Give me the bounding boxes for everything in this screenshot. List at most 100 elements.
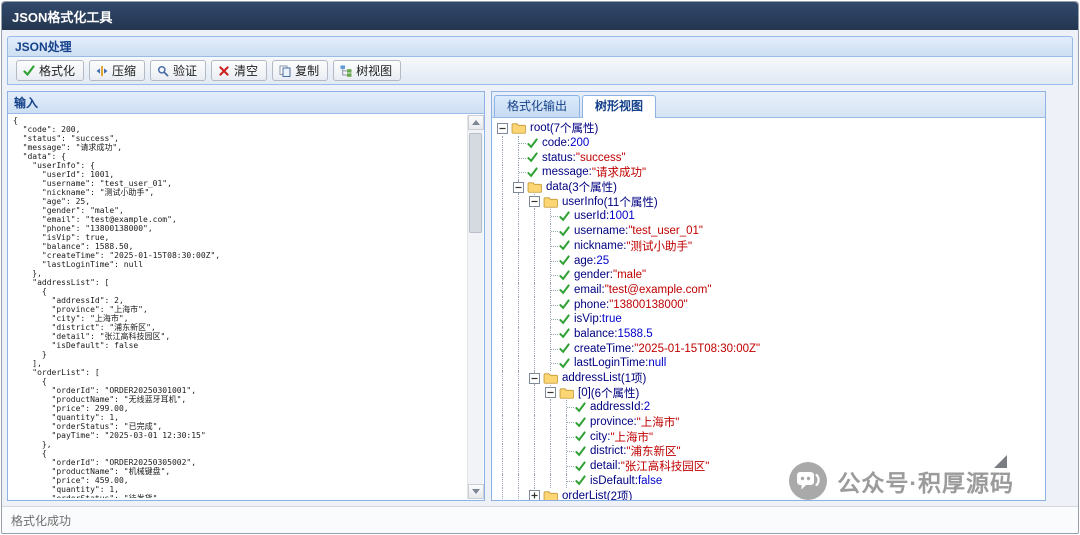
check-leaf-icon xyxy=(559,270,570,281)
tree-guide-line xyxy=(495,283,511,298)
compress-icon xyxy=(96,65,108,77)
tree-guide-line xyxy=(543,459,559,474)
tree-guide-line xyxy=(495,385,511,400)
tree-node-addressList[interactable]: addressList (1项) xyxy=(495,371,1045,386)
validate-button[interactable]: 验证 xyxy=(150,60,206,81)
tree-guide-line xyxy=(495,356,511,371)
tab-formatted-output[interactable]: 格式化输出 xyxy=(494,95,580,117)
tree-expander-minus-icon[interactable] xyxy=(527,194,543,209)
toolbar: 格式化 压缩验证清空复制树视图 xyxy=(7,57,1073,85)
tab-tree-view[interactable]: 树形视图 xyxy=(582,95,656,118)
tree-expander-minus-icon[interactable] xyxy=(511,180,527,195)
clear-button[interactable]: 清空 xyxy=(211,60,267,81)
tree-node-root[interactable]: root (7个属性) xyxy=(495,121,1045,136)
tree-guide-line xyxy=(495,239,511,254)
tree-node-count: (2项) xyxy=(607,488,633,500)
tree-node-status[interactable]: status: "success" xyxy=(495,150,1045,165)
json-panel-header: JSON处理 xyxy=(7,36,1073,57)
tree-node-isVip[interactable]: isVip: true xyxy=(495,312,1045,327)
copy-button[interactable]: 复制 xyxy=(272,60,328,81)
tree-guide-line xyxy=(511,341,527,356)
tree-node-key: age: xyxy=(574,255,596,267)
tree-guide-line xyxy=(527,474,543,489)
tree-node-value: "test@example.com" xyxy=(605,284,712,296)
tree-node-value: "上海市" xyxy=(637,414,680,430)
scroll-down-button[interactable] xyxy=(468,484,484,499)
tree-node-key: orderList xyxy=(562,490,607,500)
arrow-up-icon xyxy=(472,120,480,125)
check-leaf-icon xyxy=(559,299,570,310)
json-input[interactable]: { "code": 200, "status": "success", "mes… xyxy=(13,116,464,498)
tree-elbow xyxy=(559,429,575,444)
tree-guide-line xyxy=(495,429,511,444)
input-scrollbar[interactable] xyxy=(467,115,483,499)
tree-node-balance[interactable]: balance: 1588.5 xyxy=(495,327,1045,342)
check-leaf-icon xyxy=(559,343,570,354)
tree-node-username[interactable]: username: "test_user_01" xyxy=(495,224,1045,239)
tree-guide-line xyxy=(495,341,511,356)
tree-guide-line xyxy=(495,312,511,327)
tree-node-district[interactable]: district: "浦东新区" xyxy=(495,444,1045,459)
tree-guide-line xyxy=(495,194,511,209)
tree-node-lastLoginTime[interactable]: lastLoginTime: null xyxy=(495,356,1045,371)
button-label: 压缩 xyxy=(112,62,136,79)
json-panel-title: JSON处理 xyxy=(15,38,72,55)
scroll-up-button[interactable] xyxy=(468,115,484,130)
tree-guide-line xyxy=(543,415,559,430)
tree-expander-plus-icon[interactable] xyxy=(527,488,543,500)
tree-node-value: "张江高科技园区" xyxy=(621,458,710,474)
tree-guide-line xyxy=(527,415,543,430)
folder-icon xyxy=(543,372,558,384)
tree-elbow xyxy=(543,239,559,254)
tree-node-code[interactable]: code: 200 xyxy=(495,136,1045,151)
tree-node-userInfo[interactable]: userInfo (11个属性) xyxy=(495,194,1045,209)
tree-node-city[interactable]: city: "上海市" xyxy=(495,429,1045,444)
resize-grip[interactable] xyxy=(994,455,1007,468)
tree-node-data[interactable]: data (3个属性) xyxy=(495,180,1045,195)
tree-expander-minus-icon[interactable] xyxy=(527,371,543,386)
tree-expander-minus-icon[interactable] xyxy=(495,121,511,136)
tree-node-message[interactable]: message: "请求成功" xyxy=(495,165,1045,180)
tree-elbow xyxy=(543,224,559,239)
tree-node-detail[interactable]: detail: "张江高科技园区" xyxy=(495,459,1045,474)
tree-elbow xyxy=(511,165,527,180)
tree-node-createTime[interactable]: createTime: "2025-01-15T08:30:00Z" xyxy=(495,341,1045,356)
tree-node-key: nickname: xyxy=(574,240,626,252)
check-leaf-icon xyxy=(575,417,586,428)
scrollbar-thumb[interactable] xyxy=(469,133,482,233)
tree-elbow xyxy=(543,268,559,283)
tree-node-value: 25 xyxy=(596,255,609,267)
compress-button[interactable]: 压缩 xyxy=(89,60,145,81)
tree-expander-minus-icon[interactable] xyxy=(543,385,559,400)
status-text: 格式化成功 xyxy=(11,512,71,529)
tree-elbow xyxy=(543,327,559,342)
tree-node-province[interactable]: province: "上海市" xyxy=(495,415,1045,430)
folder-icon xyxy=(543,490,558,500)
tree-node-value: "male" xyxy=(613,269,646,281)
treeview-button[interactable]: 树视图 xyxy=(333,60,401,81)
tree-node-gender[interactable]: gender: "male" xyxy=(495,268,1045,283)
tree-node-age[interactable]: age: 25 xyxy=(495,253,1045,268)
tree-node-key: balance: xyxy=(574,328,617,340)
input-panel-header: 输入 xyxy=(8,92,484,114)
tree-node-count: (11个属性) xyxy=(604,194,658,210)
tree-guide-line xyxy=(495,297,511,312)
tree-guide-line xyxy=(495,253,511,268)
tree-node-0[interactable]: [0] (6个属性) xyxy=(495,385,1045,400)
tree-node-nickname[interactable]: nickname: "测试小助手" xyxy=(495,239,1045,254)
content-area: JSON处理 格式化 压缩验证清空复制树视图 输入 { "code": 200, … xyxy=(2,30,1078,506)
check-leaf-icon xyxy=(575,402,586,413)
tree-node-userId[interactable]: userId: 1001 xyxy=(495,209,1045,224)
tree-node-addressId[interactable]: addressId: 2 xyxy=(495,400,1045,415)
tree-node-orderList[interactable]: orderList (2项) xyxy=(495,488,1045,500)
tree-node-phone[interactable]: phone: "13800138000" xyxy=(495,297,1045,312)
tree-guide-line xyxy=(511,400,527,415)
format-button[interactable]: 格式化 xyxy=(16,60,84,81)
tree-guide-line xyxy=(511,283,527,298)
tree-guide-line xyxy=(495,459,511,474)
tree-node-value: 200 xyxy=(570,137,589,149)
tree-node-isDefault[interactable]: isDefault: false xyxy=(495,474,1045,489)
tree-node-email[interactable]: email: "test@example.com" xyxy=(495,283,1045,298)
tree-node-key: district: xyxy=(590,445,626,457)
check-leaf-icon xyxy=(575,431,586,442)
